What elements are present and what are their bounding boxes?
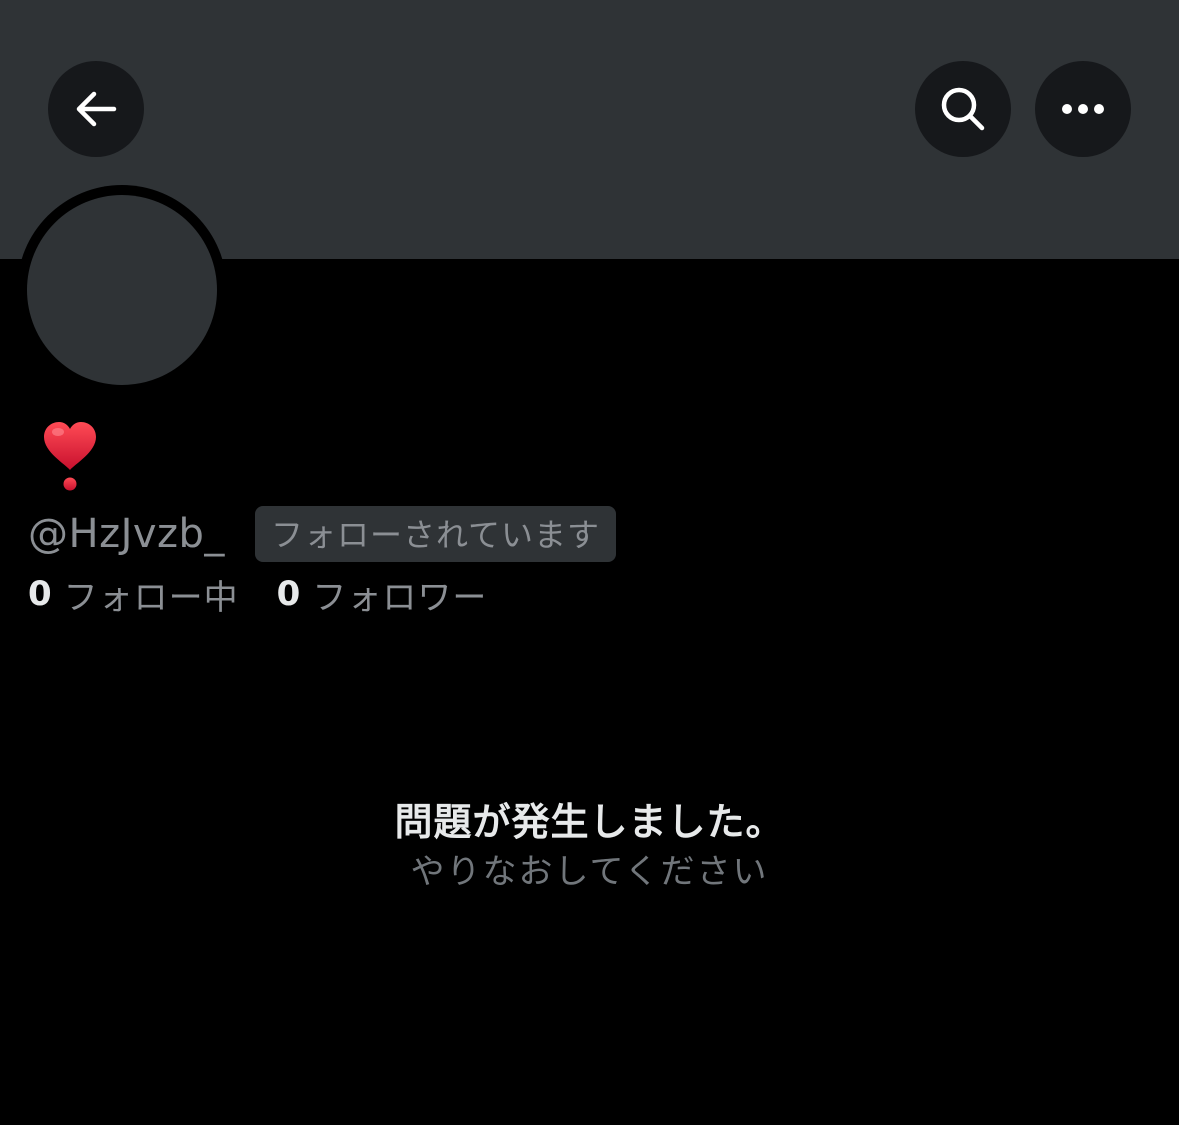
following-stat[interactable]: 0 フォロー中 bbox=[28, 570, 239, 619]
error-subtitle: やりなおしてください bbox=[410, 852, 769, 892]
user-handle: @HzJvzb_ bbox=[28, 511, 225, 557]
error-message: 問題が発生しました。 やりなおしてください bbox=[0, 795, 1179, 895]
follow-stats: 0 フォロー中 0 フォロワー bbox=[28, 570, 487, 618]
followers-label: フォロワー bbox=[312, 577, 488, 618]
search-icon bbox=[941, 87, 985, 131]
heart-exclamation-icon bbox=[44, 422, 96, 491]
follows-you-badge: フォローされています bbox=[254, 506, 616, 562]
followers-count: 0 bbox=[276, 574, 301, 614]
more-horizontal-icon bbox=[1062, 104, 1104, 114]
avatar[interactable] bbox=[27, 195, 217, 385]
following-label: フォロー中 bbox=[63, 577, 239, 618]
back-button[interactable] bbox=[48, 61, 144, 157]
following-count: 0 bbox=[28, 574, 52, 614]
arrow-left-icon bbox=[76, 91, 117, 127]
more-options-button[interactable] bbox=[1035, 61, 1131, 157]
error-title: 問題が発生しました。 bbox=[394, 800, 785, 844]
display-name bbox=[40, 418, 100, 493]
followers-stat[interactable]: 0 フォロワー bbox=[277, 570, 488, 619]
avatar-frame[interactable] bbox=[17, 185, 227, 395]
search-button[interactable] bbox=[915, 61, 1011, 157]
handle-row: @HzJvzb_ フォローされています bbox=[28, 506, 616, 562]
profile-screen: @HzJvzb_ フォローされています 0 フォロー中 0 フォロワー 問題が発… bbox=[0, 0, 1179, 1125]
